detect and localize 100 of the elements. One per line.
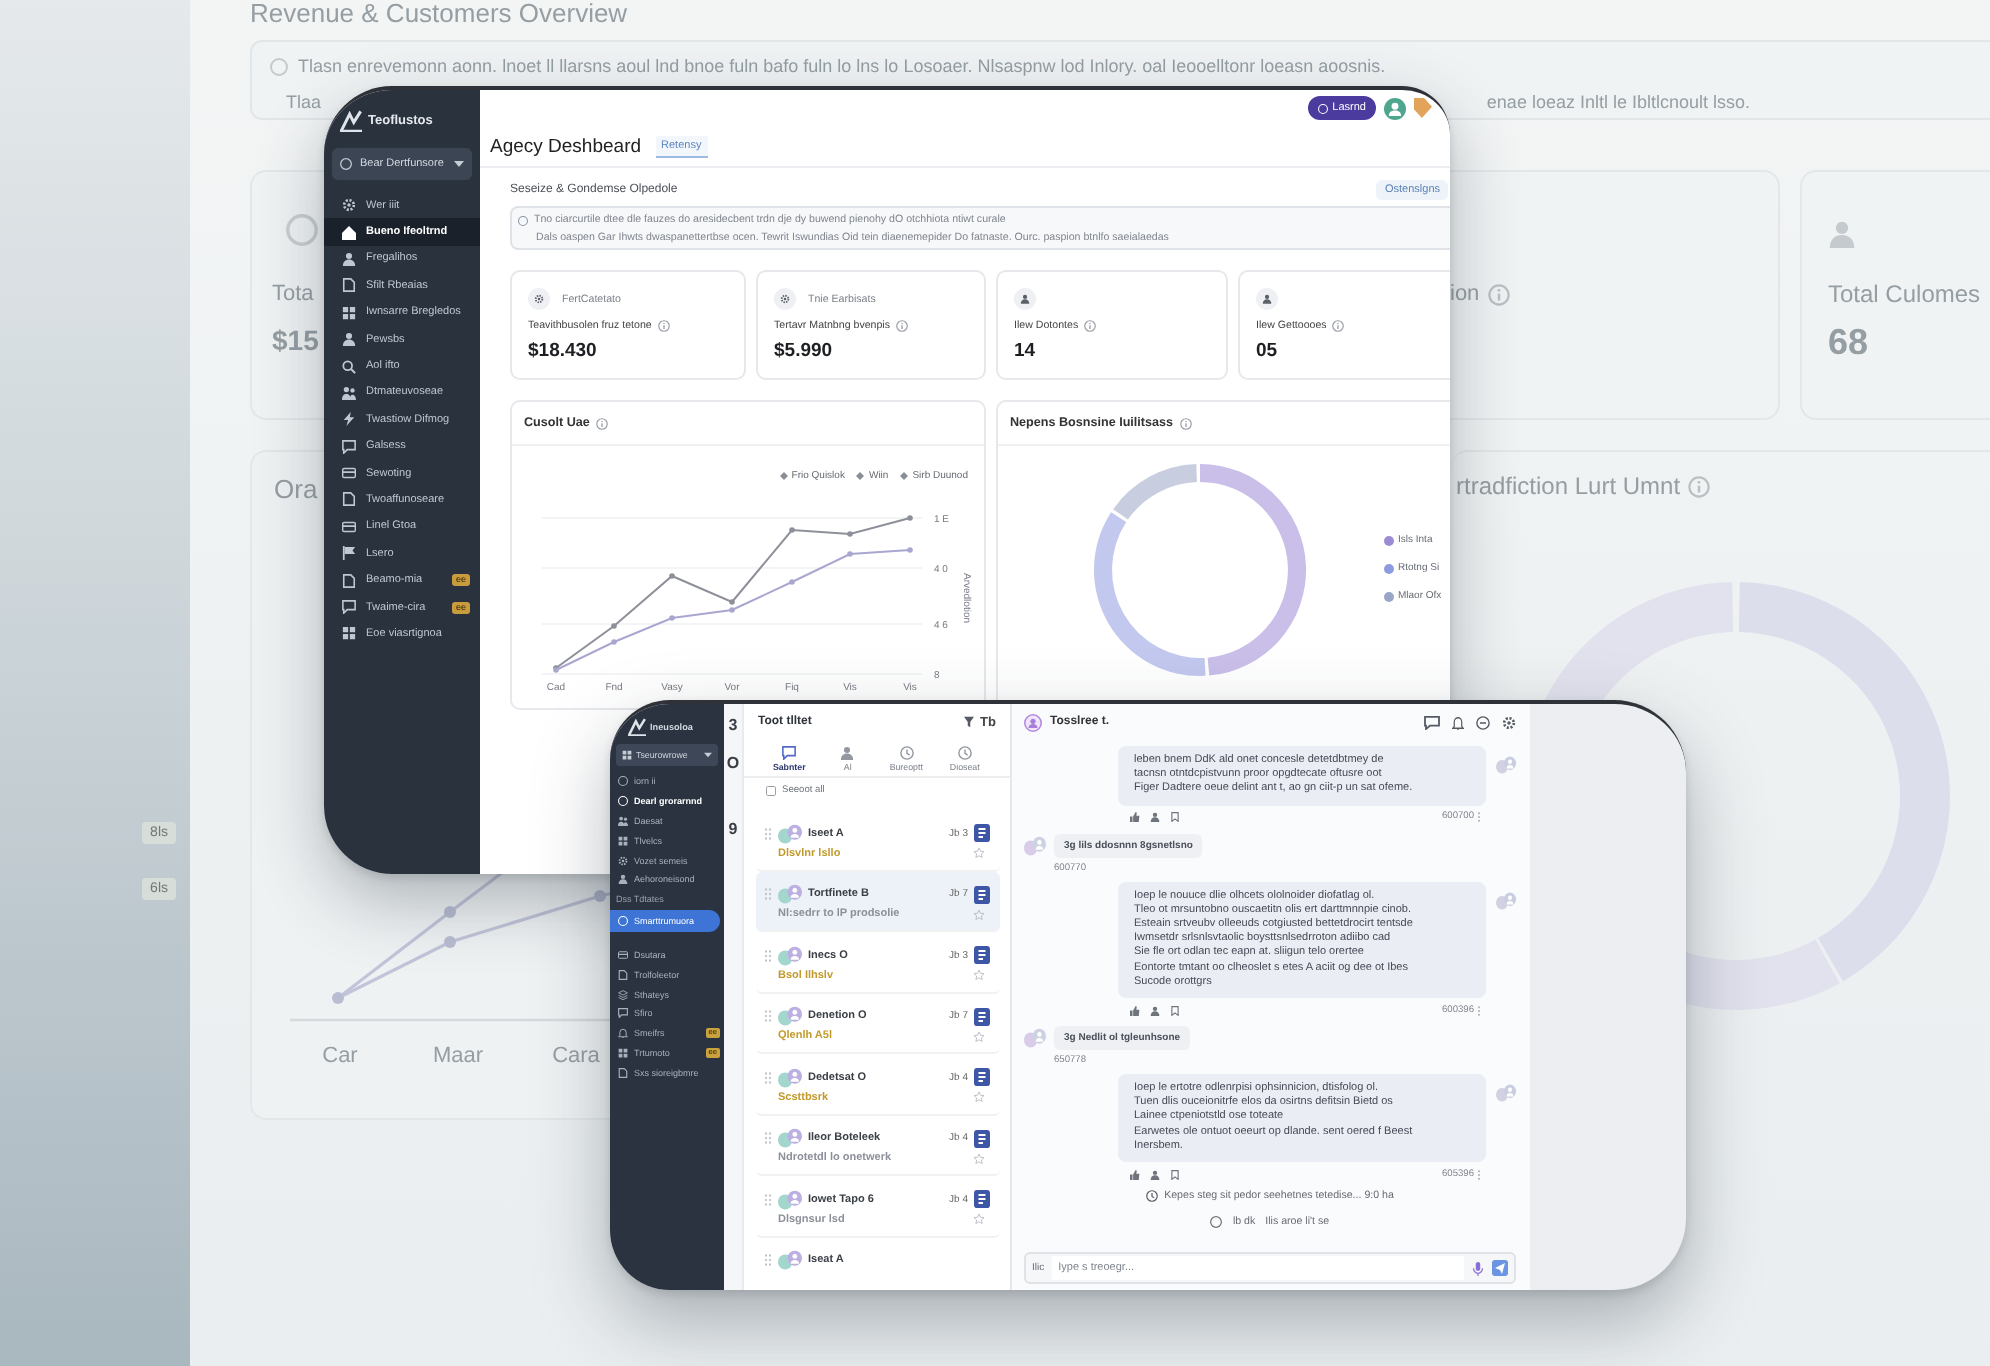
card-label: ion — [1450, 282, 1480, 308]
checkbox[interactable] — [766, 785, 776, 795]
bell-icon[interactable] — [1452, 715, 1464, 729]
note-icon — [974, 1007, 990, 1025]
circle-icon — [340, 158, 352, 170]
thumbs-up-icon[interactable] — [1130, 1005, 1140, 1016]
group-avatar-icon — [1496, 1084, 1516, 1103]
notice-text: Tlaa — [286, 92, 322, 114]
group-avatar-icon — [778, 945, 802, 965]
bookmark-icon[interactable] — [1170, 1169, 1180, 1180]
drag-handle-icon — [764, 1132, 772, 1144]
gutter-label: 9 — [728, 820, 738, 840]
group-avatar-icon — [778, 1250, 802, 1270]
person-icon — [1256, 288, 1278, 310]
circle-icon — [618, 915, 628, 926]
grid-icon — [342, 305, 356, 320]
people-icon — [342, 385, 356, 400]
info-icon — [1688, 475, 1711, 497]
person-icon — [618, 874, 628, 885]
card-icon — [618, 949, 628, 960]
thumbs-up-icon[interactable] — [1130, 812, 1140, 823]
minus-circle-icon[interactable] — [1476, 715, 1490, 729]
clock-icon — [899, 745, 914, 759]
star-icon — [974, 970, 984, 980]
caret-icon — [704, 752, 712, 758]
thumbs-up-icon[interactable] — [1130, 1169, 1140, 1180]
gutter-label: 3 — [728, 716, 738, 736]
avatar-icon[interactable] — [1384, 97, 1406, 119]
home-icon — [342, 225, 356, 240]
person-icon[interactable] — [1150, 1169, 1160, 1180]
star-icon — [974, 1031, 984, 1041]
bookmark-icon[interactable] — [1170, 812, 1180, 823]
bookmark-icon[interactable] — [1170, 1005, 1180, 1016]
person-icon — [342, 251, 356, 266]
person-icon[interactable] — [1150, 812, 1160, 823]
drag-handle-icon — [764, 1254, 772, 1266]
circle-icon — [270, 58, 288, 76]
group-avatar-icon — [1496, 891, 1516, 910]
card-value: $5.990 — [774, 340, 833, 364]
panel-title: rtradfiction Lurt Umnt — [1456, 472, 1681, 500]
group-avatar-icon — [1496, 756, 1516, 774]
chat-icon[interactable] — [1424, 715, 1440, 729]
chart-point — [444, 906, 456, 918]
filter-icon[interactable] — [964, 716, 975, 728]
chart-point — [789, 527, 795, 533]
gear-icon — [618, 855, 628, 866]
people-icon — [618, 815, 628, 826]
chart-point — [789, 579, 795, 585]
chat-icon — [782, 745, 797, 759]
card-value: $18.430 — [528, 340, 597, 364]
chart-point — [907, 515, 913, 521]
note-icon — [974, 885, 990, 903]
note-icon — [974, 824, 990, 842]
circle-icon — [1210, 1216, 1223, 1229]
gutter-label: O — [726, 754, 740, 774]
group-avatar-icon — [778, 884, 802, 904]
person-icon — [1014, 288, 1036, 310]
circle-icon — [518, 215, 528, 226]
bolt-icon — [342, 412, 356, 427]
drag-handle-icon — [764, 1010, 772, 1022]
drag-handle-icon — [764, 827, 772, 839]
flag-icon — [342, 546, 356, 561]
card-icon — [342, 466, 356, 481]
page-title: Revenue & Customers Overview — [250, 0, 628, 28]
avatar-icon — [1024, 713, 1042, 731]
group-avatar-icon — [778, 1128, 802, 1148]
axis-label: Cara — [552, 1044, 600, 1068]
diamond-icon — [856, 472, 865, 480]
star-icon — [974, 1214, 984, 1224]
note-icon — [974, 1068, 990, 1086]
star-icon — [974, 848, 984, 858]
page-title: Agecy Deshbeard — [490, 135, 642, 157]
note-icon — [974, 1190, 990, 1208]
drag-handle-icon — [764, 949, 772, 961]
gear-icon — [528, 288, 550, 310]
circle-icon — [1318, 103, 1329, 113]
axis-label: Maar — [432, 1044, 484, 1068]
send-icon[interactable] — [1492, 1260, 1508, 1276]
microphone-icon[interactable] — [1472, 1261, 1484, 1275]
chat-icon — [342, 600, 356, 615]
chart-point — [594, 890, 606, 902]
person-icon[interactable] — [1150, 1005, 1160, 1016]
chart-point — [444, 936, 456, 948]
gear-icon[interactable] — [1502, 715, 1516, 729]
group-avatar-icon — [778, 1067, 802, 1087]
logo-icon — [340, 109, 362, 131]
document-icon — [618, 1067, 628, 1078]
chart-point — [611, 639, 617, 645]
info-icon — [595, 417, 608, 429]
chat-icon — [618, 1008, 628, 1019]
notice-text: Tlasn enrevemonn aonn. lnoet ll llarsns aoul lnd bnoe fuln bafo fuln lo lns lo Losoaer. Nlsaspnw lod Inlory. oal Ieooelltonr loeasn aoosnis. — [298, 56, 1386, 78]
star-icon — [974, 909, 984, 919]
info-icon — [1332, 320, 1345, 332]
chart-point — [669, 573, 675, 579]
gear-icon — [774, 288, 796, 310]
chart-point — [907, 547, 913, 553]
grid-icon — [618, 835, 628, 846]
group-avatar-icon — [778, 823, 802, 843]
logo-icon — [628, 717, 646, 735]
circle-icon — [286, 214, 318, 246]
